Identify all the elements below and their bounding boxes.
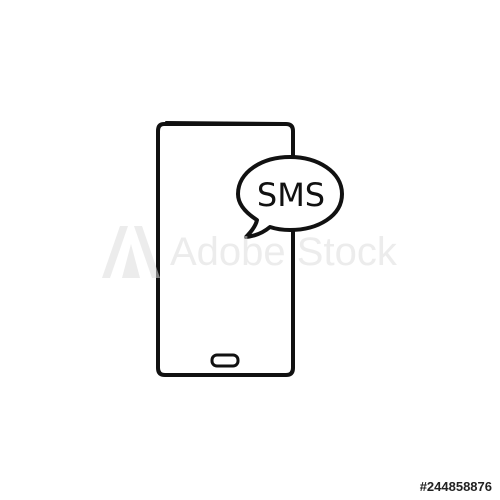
bubble-sms-text: SMS (257, 176, 325, 214)
phone-sms-illustration: SMS (156, 121, 344, 377)
stock-id-label: #244858876 (419, 479, 492, 494)
speech-bubble-icon: SMS (236, 155, 344, 239)
stock-image-canvas: SMS Adobe Stock #244858876 (0, 0, 500, 500)
home-button-icon (210, 353, 240, 368)
